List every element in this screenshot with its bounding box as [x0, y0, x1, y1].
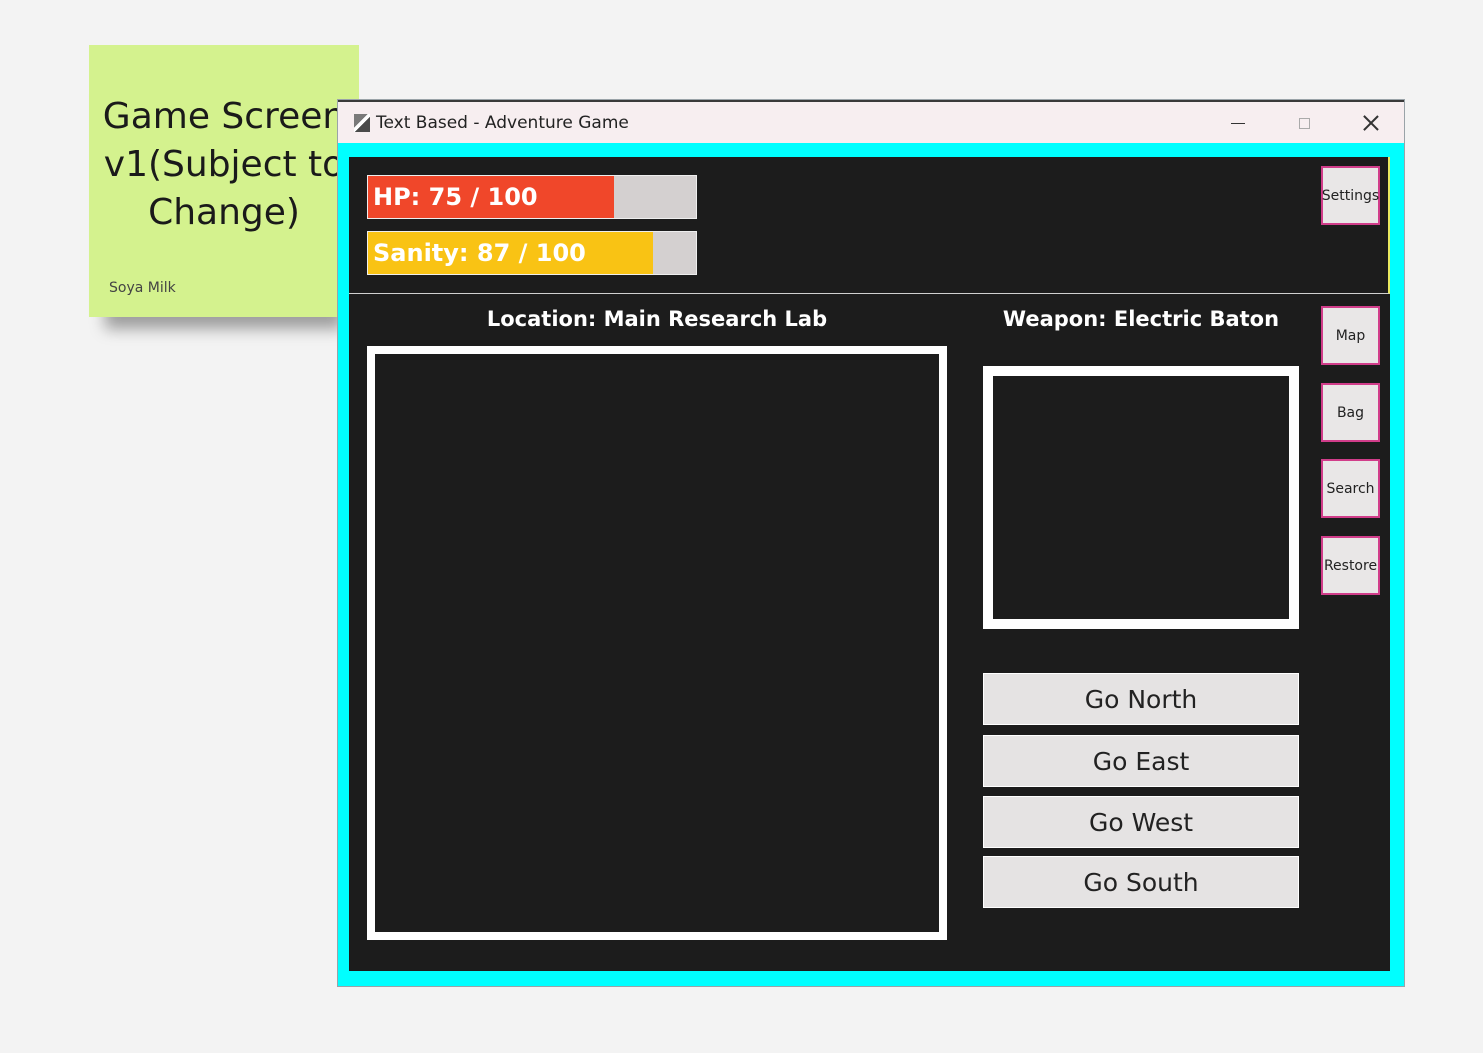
weapon-label: Weapon: Electric Baton — [1002, 307, 1280, 331]
title-bar[interactable]: Text Based - Adventure Game — [338, 100, 1404, 143]
go-north-button[interactable]: Go North — [983, 673, 1299, 725]
restore-button[interactable]: Restore — [1321, 536, 1380, 595]
bag-button[interactable]: Bag — [1321, 383, 1380, 442]
go-west-button[interactable]: Go West — [983, 796, 1299, 848]
close-icon — [1362, 114, 1380, 132]
location-label: Location: Main Research Lab — [486, 307, 828, 331]
location-display — [367, 346, 947, 940]
sticky-note-text: Game Screen v1(Subject to Change) — [102, 96, 346, 233]
maximize-button[interactable] — [1281, 106, 1327, 140]
maximize-icon — [1298, 117, 1310, 129]
hp-bar: HP: 75 / 100 — [367, 175, 697, 219]
window-title: Text Based - Adventure Game — [376, 113, 629, 133]
weapon-display — [983, 366, 1299, 629]
sanity-bar: Sanity: 87 / 100 — [367, 231, 697, 275]
minimize-icon — [1231, 122, 1245, 124]
map-button[interactable]: Map — [1321, 306, 1380, 365]
hp-label: HP: 75 / 100 — [373, 183, 538, 211]
sanity-label: Sanity: 87 / 100 — [373, 239, 586, 267]
close-button[interactable] — [1348, 106, 1394, 140]
search-button[interactable]: Search — [1321, 459, 1380, 518]
app-icon — [354, 114, 370, 132]
settings-button[interactable]: Settings — [1321, 166, 1380, 225]
go-south-button[interactable]: Go South — [983, 856, 1299, 908]
game-window: Text Based - Adventure Game HP: 75 / 100… — [338, 100, 1404, 986]
sticky-note-author: Soya Milk — [109, 280, 176, 296]
game-canvas: HP: 75 / 100 Sanity: 87 / 100 Settings M… — [349, 157, 1390, 971]
sticky-note: Game Screen v1(Subject to Change) Soya M… — [89, 45, 359, 317]
go-east-button[interactable]: Go East — [983, 735, 1299, 787]
minimize-button[interactable] — [1215, 106, 1261, 140]
